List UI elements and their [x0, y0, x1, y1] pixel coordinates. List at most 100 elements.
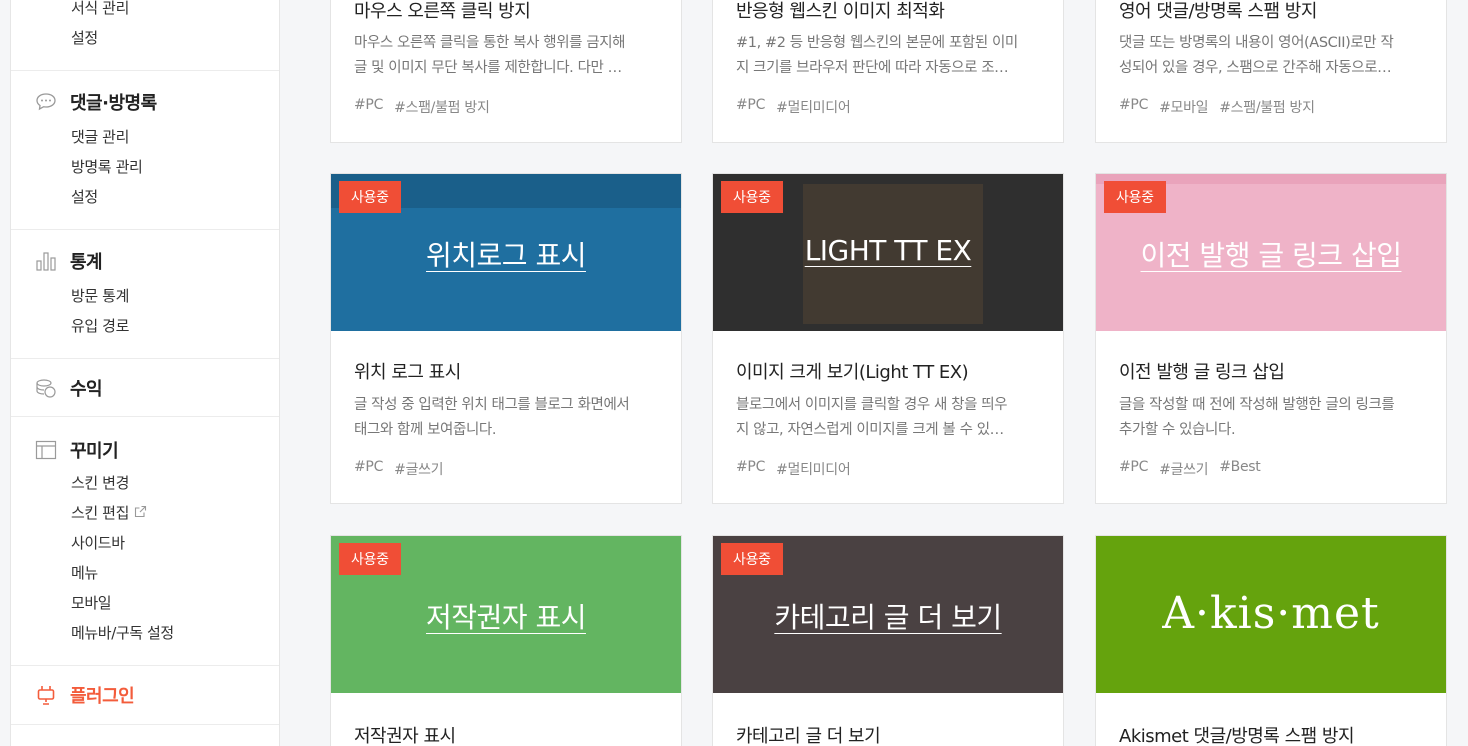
sidebar-item-template-manage[interactable]: 서식 관리 — [71, 0, 129, 18]
sidebar-group-design: 꾸미기 스킨 변경 스킨 편집 사이드바 메뉴 모바일 메뉴바/구독 설정 — [11, 417, 279, 666]
sidebar-head-design[interactable]: 꾸미기 — [35, 437, 119, 463]
tag: #PC — [1119, 459, 1149, 475]
card-title: 이미지 크게 보기(Light TT EX) — [736, 362, 969, 383]
card-title: 반응형 웹스킨 이미지 최적화 — [736, 1, 945, 22]
plugin-card[interactable]: 이전 발행 글 링크 삽입 사용중 이전 발행 글 링크 삽입 글을 작성할 때… — [1095, 173, 1447, 504]
plugin-card[interactable]: A·kis·met Akismet 댓글/방명록 스팸 방지 — [1095, 535, 1447, 746]
card-title: 위치 로그 표시 — [354, 362, 461, 383]
sidebar-item-menu[interactable]: 메뉴 — [71, 562, 98, 583]
sidebar-group-stats: 통계 방문 통계 유입 경로 — [11, 230, 279, 359]
in-use-badge: 사용중 — [721, 181, 783, 213]
sidebar-item-guestbook-manage[interactable]: 방명록 관리 — [71, 156, 143, 177]
card-description: 댓글 또는 방명록의 내용이 영어(ASCII)로만 작 성되어 있을 경우, 스… — [1119, 35, 1394, 76]
card-title: Akismet 댓글/방명록 스팸 방지 — [1119, 726, 1355, 746]
plug-icon — [35, 684, 57, 706]
sidebar-item-comment-settings[interactable]: 설정 — [71, 186, 98, 207]
card-title: 이전 발행 글 링크 삽입 — [1119, 362, 1285, 383]
sidebar-item-label: 설정 — [71, 29, 98, 47]
tag: #PC — [736, 97, 766, 113]
sidebar-item-label: 사이드바 — [71, 534, 125, 552]
group-title: 플러그인 — [70, 686, 135, 707]
sidebar-group-revenue: 수익 — [11, 359, 279, 417]
sidebar-item-label: 스킨 편집 — [71, 504, 129, 522]
card-description: 글 작성 중 입력한 위치 태그를 블로그 화면에서 태그와 함께 보여줍니다. — [354, 397, 630, 438]
external-link-icon — [134, 504, 147, 522]
tag: #Best — [1219, 459, 1261, 475]
tag: #스팸/불펌 방지 — [394, 100, 490, 116]
sidebar-item-mobile[interactable]: 모바일 — [71, 592, 112, 613]
sidebar-head-revenue[interactable]: 수익 — [35, 375, 103, 401]
in-use-badge: 사용중 — [339, 181, 401, 213]
group-title: 꾸미기 — [70, 441, 119, 462]
sidebar-item-label: 유입 경로 — [71, 317, 129, 335]
sidebar-item-label: 메뉴 — [71, 564, 98, 582]
card-title: 카테고리 글 더 보기 — [736, 726, 881, 746]
tag: #PC — [354, 97, 384, 113]
card-thumbnail: 이전 발행 글 링크 삽입 사용중 — [1096, 174, 1446, 331]
sidebar-head-plugin[interactable]: 플러그인 — [35, 682, 135, 708]
tag: #스팸/불펌 방지 — [1219, 100, 1315, 116]
sidebar-item-skin-change[interactable]: 스킨 변경 — [71, 472, 129, 493]
sidebar-item-menubar-subscribe[interactable]: 메뉴바/구독 설정 — [71, 622, 174, 643]
tag: #PC — [736, 459, 766, 475]
sidebar-item-skin-edit[interactable]: 스킨 편집 — [71, 502, 147, 523]
sidebar-group-comments: 댓글·방명록 댓글 관리 방명록 관리 설정 — [11, 71, 279, 230]
sidebar-item-label: 방명록 관리 — [71, 158, 143, 176]
card-description: 마우스 오른쪽 클릭을 통한 복사 행위를 금지해 글 및 이미지 무단 복사를 … — [354, 35, 626, 76]
group-title: 댓글·방명록 — [70, 93, 157, 114]
plugin-card[interactable]: 카테고리 글 더 보기 사용중 카테고리 글 더 보기 — [712, 535, 1064, 746]
in-use-badge: 사용중 — [339, 543, 401, 575]
card-tags: #PC #글쓰기 #Best — [1119, 459, 1261, 479]
plugin-card[interactable]: 마우스 오른쪽 클릭 방지 마우스 오른쪽 클릭을 통한 복사 행위를 금지해 글… — [330, 0, 682, 143]
thumbnail-title: 카테고리 글 더 보기 — [774, 601, 1002, 634]
thumbnail-title: LIGHT TT EX — [804, 234, 972, 267]
tag: #PC — [354, 459, 384, 475]
card-title: 저작권자 표시 — [354, 726, 456, 746]
plugin-card[interactable]: 저작권자 표시 사용중 저작권자 표시 — [330, 535, 682, 746]
plugin-card[interactable]: LIGHT TT EX 사용중 이미지 크게 보기(Light TT EX) 블… — [712, 173, 1064, 504]
sidebar-item-label: 메뉴바/구독 설정 — [71, 624, 174, 642]
thumbnail-title: 저작권자 표시 — [426, 601, 586, 634]
sidebar-item-visit-stats[interactable]: 방문 통계 — [71, 285, 129, 306]
card-description: 블로그에서 이미지를 클릭할 경우 새 창을 띄우 지 않고, 자연스럽게 이미지… — [736, 397, 1008, 438]
group-title: 통계 — [70, 252, 103, 273]
sidebar-item-label: 모바일 — [71, 594, 112, 612]
sidebar-head-stats[interactable]: 통계 — [35, 248, 103, 274]
card-tags: #PC #멀티미디어 — [736, 459, 851, 479]
card-tags: #PC #모바일 #스팸/불펌 방지 — [1119, 97, 1315, 117]
card-title: 마우스 오른쪽 클릭 방지 — [354, 1, 531, 22]
layout-icon — [35, 439, 57, 461]
tag: #글쓰기 — [394, 462, 444, 478]
card-title: 영어 댓글/방명록 스팸 방지 — [1119, 1, 1317, 22]
thumbnail-title: 이전 발행 글 링크 삽입 — [1140, 239, 1402, 272]
group-title: 수익 — [70, 379, 103, 400]
in-use-badge: 사용중 — [721, 543, 783, 575]
sidebar-item-referrer[interactable]: 유입 경로 — [71, 315, 129, 336]
tag: #PC — [1119, 97, 1149, 113]
sidebar-head-comments[interactable]: 댓글·방명록 — [35, 89, 157, 115]
sidebar-item-label: 서식 관리 — [71, 0, 129, 17]
bar-chart-icon — [35, 250, 57, 272]
sidebar-group-plugin: 플러그인 — [11, 666, 279, 725]
sidebar-item-content-settings[interactable]: 설정 — [71, 27, 98, 48]
card-tags: #PC #멀티미디어 — [736, 97, 851, 117]
tag: #글쓰기 — [1159, 462, 1209, 478]
card-thumbnail: 저작권자 표시 사용중 — [331, 536, 681, 693]
card-thumbnail: 위치로그 표시 사용중 — [331, 174, 681, 331]
in-use-badge: 사용중 — [1104, 181, 1166, 213]
card-thumbnail: 카테고리 글 더 보기 사용중 — [713, 536, 1063, 693]
speech-bubble-icon — [35, 91, 57, 113]
thumbnail-title: 위치로그 표시 — [426, 239, 586, 272]
sidebar-item-comment-manage[interactable]: 댓글 관리 — [71, 126, 129, 147]
sidebar-group-content: 서식 관리 설정 — [11, 0, 279, 71]
plugin-card[interactable]: 영어 댓글/방명록 스팸 방지 댓글 또는 방명록의 내용이 영어(ASCII)… — [1095, 0, 1447, 143]
plugin-card[interactable]: 위치로그 표시 사용중 위치 로그 표시 글 작성 중 입력한 위치 태그를 블… — [330, 173, 682, 504]
sidebar-item-sidebar[interactable]: 사이드바 — [71, 532, 125, 553]
card-description: #1, #2 등 반응형 웹스킨의 본문에 포함된 이미 지 크기를 브라우저 판… — [736, 35, 1018, 76]
sidebar-item-label: 방문 통계 — [71, 287, 129, 305]
sidebar-item-label: 댓글 관리 — [71, 128, 129, 146]
plugin-card[interactable]: 반응형 웹스킨 이미지 최적화 #1, #2 등 반응형 웹스킨의 본문에 포함… — [712, 0, 1064, 143]
tag: #멀티미디어 — [776, 100, 851, 116]
card-description: 글을 작성할 때 전에 작성해 발행한 글의 링크를 추가할 수 있습니다. — [1119, 397, 1395, 438]
coins-icon — [35, 377, 57, 399]
